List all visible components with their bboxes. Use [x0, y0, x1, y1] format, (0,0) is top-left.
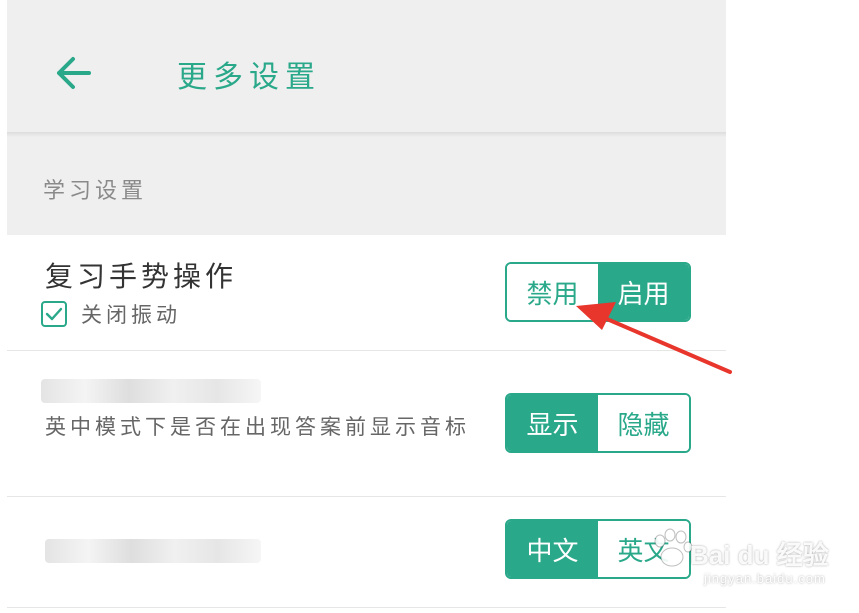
phonetic-toggle: 显示 隐藏 [505, 393, 691, 453]
blurred-title [41, 379, 261, 403]
vibration-checkbox[interactable] [41, 301, 67, 327]
show-option[interactable]: 显示 [507, 395, 598, 451]
setting-description: 英中模式下是否在出现答案前显示音标 [45, 415, 470, 439]
watermark-text: Bai du 经验 [690, 540, 829, 570]
checkbox-label: 关闭振动 [81, 303, 181, 327]
paw-icon [654, 528, 693, 567]
blurred-title [45, 539, 261, 563]
annotation-arrow-icon [576, 302, 732, 374]
page-title: 更多设置 [177, 60, 321, 95]
baidu-watermark: Bai du 经验 jingyan.baidu.com [650, 517, 850, 597]
back-button[interactable] [49, 50, 97, 96]
setting-title: 复习手势操作 [45, 260, 238, 293]
section-label: 学习设置 [43, 179, 148, 204]
vibration-checkbox-control[interactable]: 关闭振动 [41, 299, 181, 329]
setting-row-language: 中文 英文 [7, 497, 726, 607]
divider [7, 607, 726, 608]
top-app-bar: 更多设置 [7, 0, 726, 132]
arrow-left-icon [57, 57, 91, 89]
hide-option[interactable]: 隐藏 [598, 395, 689, 451]
watermark-url: jingyan.baidu.com [704, 571, 826, 586]
check-icon [45, 307, 63, 321]
chinese-option[interactable]: 中文 [507, 521, 598, 577]
section-header: 学习设置 [7, 137, 726, 235]
